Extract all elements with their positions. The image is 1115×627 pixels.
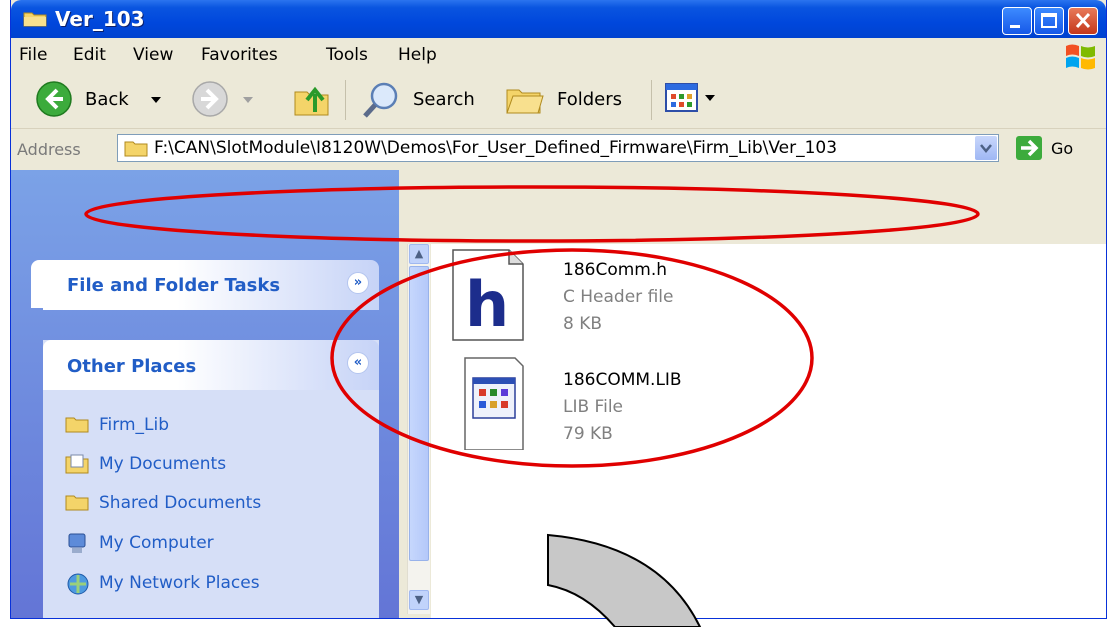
menu-file[interactable]: File (19, 45, 47, 65)
scroll-down-button[interactable]: ▼ (409, 590, 429, 610)
windows-logo-icon (1066, 44, 1095, 70)
folders-label: Folders (557, 89, 623, 110)
address-dropdown-button[interactable] (975, 136, 997, 160)
chevron-down-icon (980, 144, 992, 153)
views-icon (665, 83, 698, 112)
other-places-title: Other Places (67, 356, 197, 377)
file-list: h 186Comm.h C Header file 8 KB 186COMM.L… (431, 244, 1106, 618)
address-path: F:\CAN\SlotModule\I8120W\Demos\For_User_… (154, 138, 838, 158)
chevron-down-icon (151, 97, 161, 103)
minimize-icon (1010, 25, 1020, 28)
file-type: C Header file (563, 287, 674, 307)
address-bar: Address F:\CAN\SlotModule\I8120W\Demos\F… (11, 129, 1106, 169)
place-my-network-places[interactable]: My Network Places (65, 572, 365, 598)
menu-edit[interactable]: Edit (73, 45, 106, 65)
place-my-documents[interactable]: My Documents (65, 453, 365, 479)
close-icon (1075, 12, 1091, 29)
menu-bar: File Edit View Favorites Tools Help (11, 38, 1106, 71)
place-firm-lib[interactable]: Firm_Lib (65, 414, 365, 440)
chevron-down-icon (705, 95, 715, 101)
minimize-button[interactable] (1002, 7, 1032, 35)
search-button[interactable]: Search (361, 80, 491, 120)
place-shared-documents[interactable]: Shared Documents (65, 492, 365, 518)
place-label: Firm_Lib (99, 415, 170, 435)
folder-icon (65, 417, 89, 433)
file-name: 186COMM.LIB (563, 370, 682, 390)
file-item-186comm-h[interactable]: h 186Comm.h C Header file 8 KB (451, 248, 771, 346)
forward-arrow-icon (192, 81, 228, 117)
folders-icon (506, 89, 544, 114)
views-button[interactable] (665, 82, 721, 118)
scroll-up-button[interactable]: ▲ (409, 244, 429, 264)
menu-view[interactable]: View (133, 45, 173, 65)
menu-help[interactable]: Help (398, 45, 437, 65)
back-button[interactable]: Back (35, 80, 175, 120)
place-my-computer[interactable]: My Computer (65, 532, 365, 558)
collapse-chevron-icon[interactable]: « (347, 352, 369, 374)
title-bar[interactable]: Ver_103 (11, 0, 1106, 38)
standard-toolbar: Back Search Folders (11, 70, 1106, 129)
toolbar-separator (345, 80, 346, 120)
other-places-panel: Other Places « Firm_Lib My Documents Sha… (43, 340, 379, 618)
scroll-thumb[interactable] (409, 266, 429, 561)
back-label: Back (85, 89, 129, 110)
file-folder-tasks-title: File and Folder Tasks (67, 275, 281, 296)
folders-button[interactable]: Folders (505, 80, 635, 120)
folder-icon (124, 141, 148, 157)
place-label: My Documents (99, 454, 227, 474)
file-size: 79 KB (563, 424, 613, 444)
place-label: My Computer (99, 533, 214, 553)
close-button[interactable] (1068, 7, 1098, 35)
network-places-icon (67, 573, 89, 595)
expand-chevron-icon[interactable]: » (347, 272, 369, 294)
maximize-button[interactable] (1034, 7, 1064, 35)
other-places-header[interactable]: Other Places « (43, 340, 379, 390)
search-icon (363, 82, 398, 118)
file-type: LIB File (563, 397, 623, 417)
my-documents-icon (65, 454, 89, 474)
go-arrow-icon (1016, 136, 1042, 160)
file-item-186comm-lib[interactable]: 186COMM.LIB LIB File 79 KB (451, 356, 771, 454)
folder-icon (23, 12, 47, 27)
search-label: Search (413, 89, 475, 110)
lib-file-icon (464, 357, 524, 451)
back-arrow-icon (36, 81, 72, 117)
place-label: My Network Places (99, 573, 260, 593)
explorer-window: Ver_103 File Edit View Favorites Tools H… (10, 0, 1107, 619)
go-label: Go (1051, 139, 1074, 158)
file-folder-tasks-panel[interactable]: File and Folder Tasks » (43, 260, 379, 310)
address-input[interactable]: F:\CAN\SlotModule\I8120W\Demos\For_User_… (117, 134, 999, 162)
shared-folder-icon (65, 495, 89, 511)
c-header-file-icon: h (452, 249, 524, 341)
chevron-down-icon (243, 97, 253, 103)
my-computer-icon (68, 533, 86, 553)
file-name: 186Comm.h (563, 260, 668, 280)
file-icon-letter: h (465, 268, 509, 341)
up-folder-icon[interactable] (293, 82, 333, 118)
toolbar-separator (651, 80, 652, 120)
forward-button[interactable] (191, 80, 271, 120)
menu-tools[interactable]: Tools (326, 45, 368, 65)
menu-favorites[interactable]: Favorites (201, 45, 278, 65)
maximize-icon (1041, 13, 1057, 28)
vertical-scrollbar[interactable]: ▲ ▼ (407, 244, 430, 614)
place-label: Shared Documents (99, 493, 262, 513)
file-size: 8 KB (563, 314, 603, 334)
go-button[interactable]: Go (1015, 135, 1095, 163)
address-label: Address (17, 140, 81, 159)
window-title: Ver_103 (55, 7, 145, 31)
